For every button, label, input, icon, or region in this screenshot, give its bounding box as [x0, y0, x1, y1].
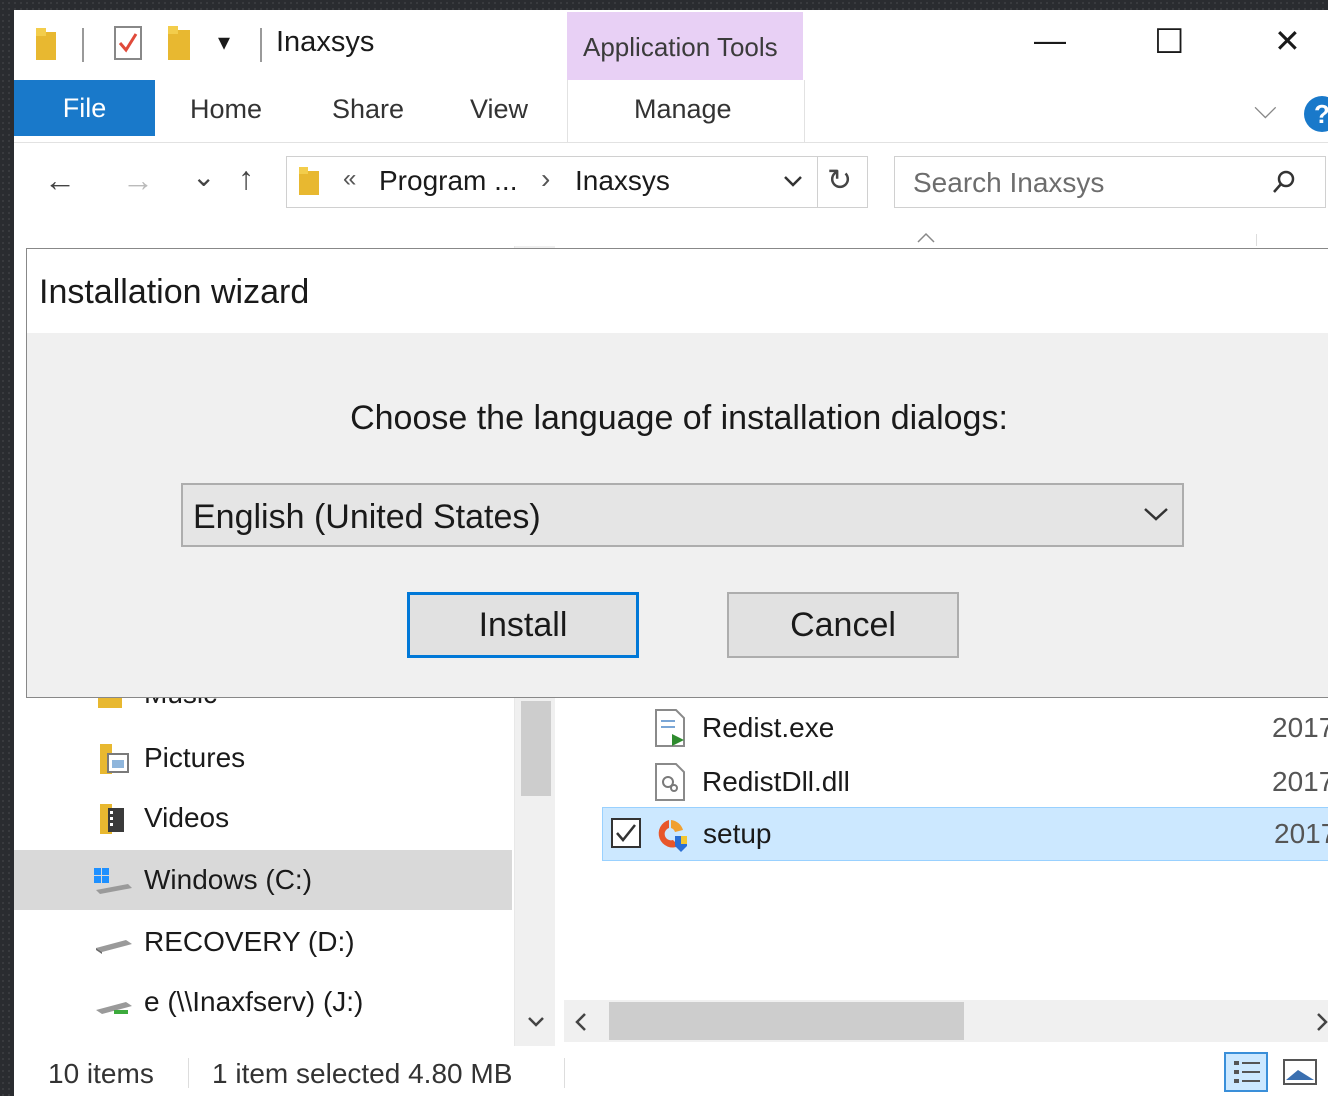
title-bar: ▾ Inaxsys Application Tools — ☐ ✕	[14, 10, 1328, 80]
horizontal-scrollbar[interactable]	[564, 1000, 1328, 1042]
selection-info: 1 item selected 4.80 MB	[212, 1058, 513, 1089]
nav-item-label: Windows (C:)	[144, 864, 313, 895]
breadcrumb-separator: ›	[541, 163, 551, 194]
tab-manage[interactable]: Manage	[567, 80, 805, 142]
ribbon-tabs: File Home Share View Manage ⌵ ?	[14, 80, 1328, 143]
setup-app-icon	[658, 820, 687, 852]
exe-file-icon	[655, 709, 685, 747]
cancel-button[interactable]: Cancel	[727, 592, 959, 658]
forward-button[interactable]: →	[122, 162, 154, 199]
address-separator	[817, 157, 818, 207]
breadcrumb-program-files[interactable]: Program ...	[379, 165, 517, 197]
status-separator	[188, 1058, 189, 1088]
scrollbar-thumb[interactable]	[521, 701, 551, 796]
expand-ribbon-icon[interactable]: ⌵	[1254, 92, 1277, 126]
item-count: 10 items	[48, 1058, 154, 1089]
address-bar[interactable]: « Program ... › Inaxsys ↻	[286, 156, 868, 208]
file-row-selected[interactable]: setup 2017	[602, 807, 1328, 861]
search-input[interactable]: Search Inaxsys	[913, 167, 1104, 199]
help-icon[interactable]: ?	[1304, 96, 1328, 132]
tab-home[interactable]: Home	[190, 94, 262, 125]
refresh-button[interactable]: ↻	[827, 163, 852, 198]
nav-item-label: Pictures	[144, 742, 246, 773]
window-title: Inaxsys	[276, 26, 375, 58]
navigation-pane: Music Pictures Videos Windows (C:)	[14, 678, 514, 1046]
file-name: setup	[703, 818, 772, 849]
minimize-button[interactable]: —	[1034, 22, 1066, 59]
windows-drive-icon	[94, 868, 132, 894]
nav-item-label: RECOVERY (D:)	[144, 926, 355, 957]
breadcrumb-inaxsys[interactable]: Inaxsys	[575, 165, 670, 197]
folder-icon	[299, 167, 319, 195]
back-button[interactable]: ←	[44, 162, 76, 199]
breadcrumb-overflow[interactable]: «	[343, 165, 356, 193]
nav-item-pictures[interactable]: Pictures	[14, 730, 512, 790]
nav-item-recovery-d[interactable]: RECOVERY (D:)	[14, 912, 512, 972]
language-prompt: Choose the language of installation dial…	[350, 399, 1008, 437]
nav-item-label: Videos	[144, 802, 230, 833]
file-name: Redist.exe	[702, 712, 835, 743]
close-button[interactable]: ✕	[1274, 22, 1301, 60]
dll-file-icon	[655, 763, 685, 801]
dialog-title: Installation wizard	[39, 273, 310, 311]
network-drive-icon	[96, 1002, 132, 1014]
nav-item-videos[interactable]: Videos	[14, 790, 512, 850]
checkbox-checked-icon[interactable]	[611, 818, 643, 850]
nav-item-network-j[interactable]: e (\\Inaxfserv) (J:)	[14, 974, 512, 1034]
large-icons-view-icon[interactable]	[1280, 1054, 1320, 1090]
file-row[interactable]: RedistDll.dll 2017	[654, 758, 1328, 810]
customize-toolbar-dropdown[interactable]: ▾	[218, 28, 230, 57]
tab-share[interactable]: Share	[332, 94, 404, 125]
toolbar-separator	[82, 28, 84, 62]
tab-file[interactable]: File	[14, 80, 155, 136]
install-button[interactable]: Install	[407, 592, 639, 658]
installation-wizard-dialog: Installation wizard Choose the language …	[26, 248, 1328, 698]
music-folder-icon	[98, 698, 122, 708]
search-box[interactable]: Search Inaxsys	[894, 156, 1326, 208]
recent-locations-button[interactable]: ⌄	[192, 160, 215, 193]
scroll-down-icon[interactable]	[527, 1016, 545, 1028]
chevron-down-icon[interactable]	[783, 175, 803, 189]
nav-item-label: e (\\Inaxfserv) (J:)	[144, 986, 364, 1017]
nav-item-windows-c[interactable]: Windows (C:)	[14, 850, 512, 910]
up-button[interactable]: ↑	[238, 160, 254, 197]
language-select-value: English (United States)	[193, 498, 541, 536]
toolbar-separator	[260, 28, 262, 62]
file-row[interactable]: Redist.exe 2017	[654, 704, 1328, 756]
scrollbar-thumb[interactable]	[609, 1002, 964, 1040]
context-tab-group-label: Application Tools	[583, 32, 778, 62]
new-folder-icon[interactable]	[168, 26, 192, 62]
details-view-icon[interactable]	[1224, 1052, 1268, 1092]
file-name: RedistDll.dll	[702, 766, 850, 797]
file-date: 2017	[1272, 766, 1328, 797]
pictures-folder-icon	[100, 744, 129, 774]
videos-folder-icon	[100, 804, 124, 834]
dialog-title-bar: Installation wizard	[27, 249, 1328, 333]
folder-icon	[36, 28, 56, 60]
drive-icon	[96, 940, 132, 954]
status-separator	[564, 1058, 565, 1088]
file-date: 2017	[1274, 818, 1328, 849]
properties-icon[interactable]	[114, 26, 144, 62]
file-date: 2017	[1272, 712, 1328, 743]
search-icon[interactable]	[1271, 169, 1297, 195]
language-select[interactable]: English (United States)	[181, 483, 1184, 547]
scroll-left-icon[interactable]	[574, 1012, 588, 1032]
sort-indicator-icon	[917, 232, 935, 243]
scroll-right-icon[interactable]	[1316, 1012, 1328, 1032]
maximize-button[interactable]: ☐	[1154, 22, 1184, 62]
chevron-down-icon[interactable]	[1143, 507, 1169, 523]
context-tab-group: Application Tools	[567, 12, 803, 80]
status-bar: 10 items 1 item selected 4.80 MB	[14, 1046, 1328, 1096]
tab-view[interactable]: View	[470, 94, 528, 125]
tab-manage-label: Manage	[634, 94, 732, 124]
